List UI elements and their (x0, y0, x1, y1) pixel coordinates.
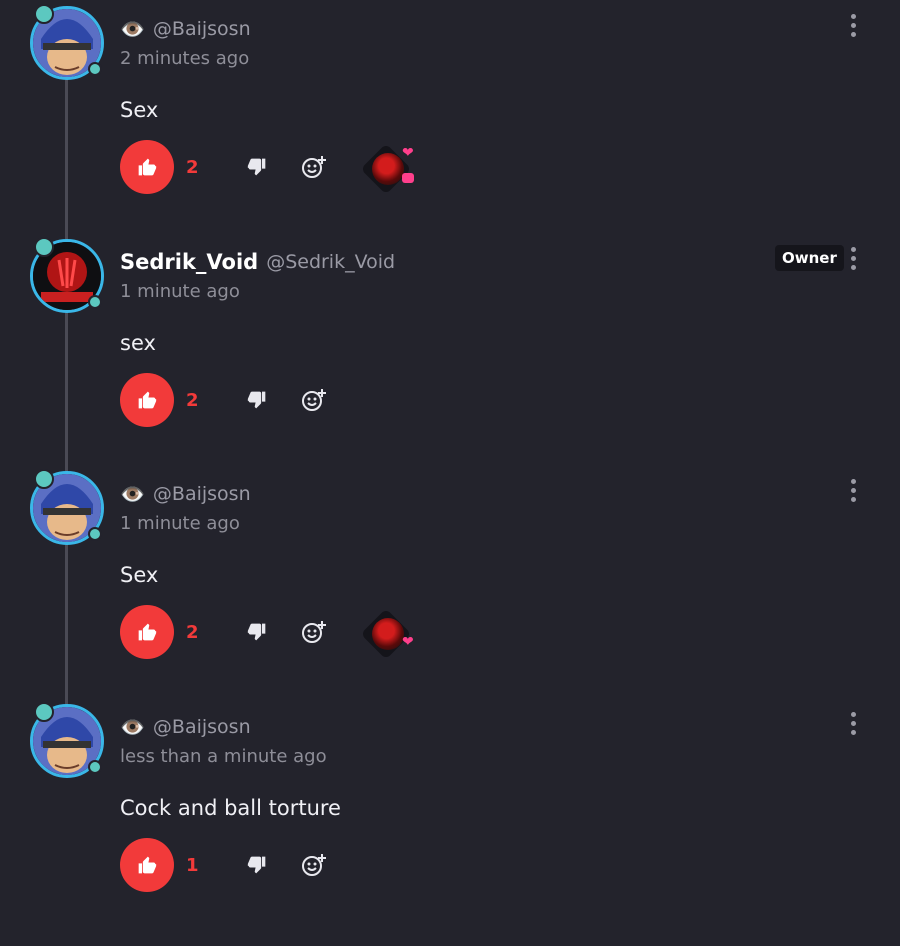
user-handle[interactable]: @Baijsosn (153, 716, 251, 738)
timestamp: 1 minute ago (120, 513, 240, 534)
heart-icon: ❤ (402, 634, 414, 650)
status-badge (88, 527, 102, 541)
dislike-button[interactable] (244, 619, 270, 645)
comment: 👁️ @Baijsosn less than a minute ago Cock… (0, 698, 900, 930)
timestamp: 1 minute ago (120, 281, 240, 302)
user-name[interactable]: Sedrik_Void (120, 250, 258, 274)
comment: Sedrik_Void @Sedrik_Void Owner 1 minute … (0, 233, 900, 465)
timestamp: 2 minutes ago (120, 48, 250, 69)
status-badge (88, 62, 102, 76)
comment-text: Sex (120, 563, 159, 587)
user-handle[interactable]: @Baijsosn (153, 18, 251, 40)
dislike-button[interactable] (244, 852, 270, 878)
status-badge (34, 469, 54, 489)
thumbs-down-icon (247, 158, 266, 176)
dislike-button[interactable] (244, 387, 270, 413)
thumbs-down-icon (247, 623, 266, 641)
comment: 👁️ @Baijsosn 1 minute ago Sex 2 ❤ (0, 465, 900, 697)
add-reaction-button[interactable] (300, 386, 328, 414)
like-count: 2 (186, 389, 199, 411)
timestamp: less than a minute ago (120, 746, 327, 767)
thumbs-up-icon (138, 623, 157, 641)
heart-icon: ❤ (402, 145, 414, 161)
status-badge (88, 295, 102, 309)
like-button[interactable] (120, 140, 174, 194)
add-reaction-button[interactable] (300, 618, 328, 646)
owner-reaction: ❤ (360, 608, 414, 660)
add-reaction-button[interactable] (300, 851, 328, 879)
kebab-menu-icon[interactable] (842, 10, 864, 40)
add-reaction-icon (302, 389, 326, 411)
thumbs-down-icon (247, 856, 266, 874)
thumbs-up-icon (138, 856, 157, 874)
add-reaction-icon (302, 156, 326, 178)
comment: 👁️ @Baijsosn 2 minutes ago Sex 2 ❤ (0, 0, 900, 232)
comment-text: sex (120, 331, 156, 355)
eye-icon: 👁️ (120, 17, 145, 41)
owner-avatar-mini (372, 153, 404, 185)
like-count: 2 (186, 156, 199, 178)
like-count: 1 (186, 854, 199, 876)
like-count: 2 (186, 621, 199, 643)
avatar[interactable] (30, 237, 104, 313)
add-reaction-button[interactable] (300, 153, 328, 181)
thumbs-up-icon (138, 158, 157, 176)
eye-icon: 👁️ (120, 482, 145, 506)
thumbs-up-icon (138, 391, 157, 409)
like-button[interactable] (120, 605, 174, 659)
avatar[interactable] (30, 4, 104, 80)
add-reaction-icon (302, 854, 326, 876)
status-badge (34, 237, 54, 257)
chat-icon (402, 173, 414, 183)
kebab-menu-icon[interactable] (842, 708, 864, 738)
comment-text: Sex (120, 98, 159, 122)
owner-badge: Owner (775, 245, 844, 271)
thumbs-down-icon (247, 391, 266, 409)
kebab-menu-icon[interactable] (842, 243, 864, 273)
dislike-button[interactable] (244, 154, 270, 180)
owner-avatar-mini (372, 618, 404, 650)
status-badge (88, 760, 102, 774)
user-handle[interactable]: @Baijsosn (153, 483, 251, 505)
comment-text: Cock and ball torture (120, 796, 341, 820)
like-button[interactable] (120, 838, 174, 892)
avatar[interactable] (30, 702, 104, 778)
owner-reaction: ❤ (360, 143, 414, 195)
user-handle[interactable]: @Sedrik_Void (266, 251, 395, 273)
kebab-menu-icon[interactable] (842, 475, 864, 505)
status-badge (34, 4, 54, 24)
avatar[interactable] (30, 469, 104, 545)
like-button[interactable] (120, 373, 174, 427)
eye-icon: 👁️ (120, 715, 145, 739)
add-reaction-icon (302, 621, 326, 643)
status-badge (34, 702, 54, 722)
